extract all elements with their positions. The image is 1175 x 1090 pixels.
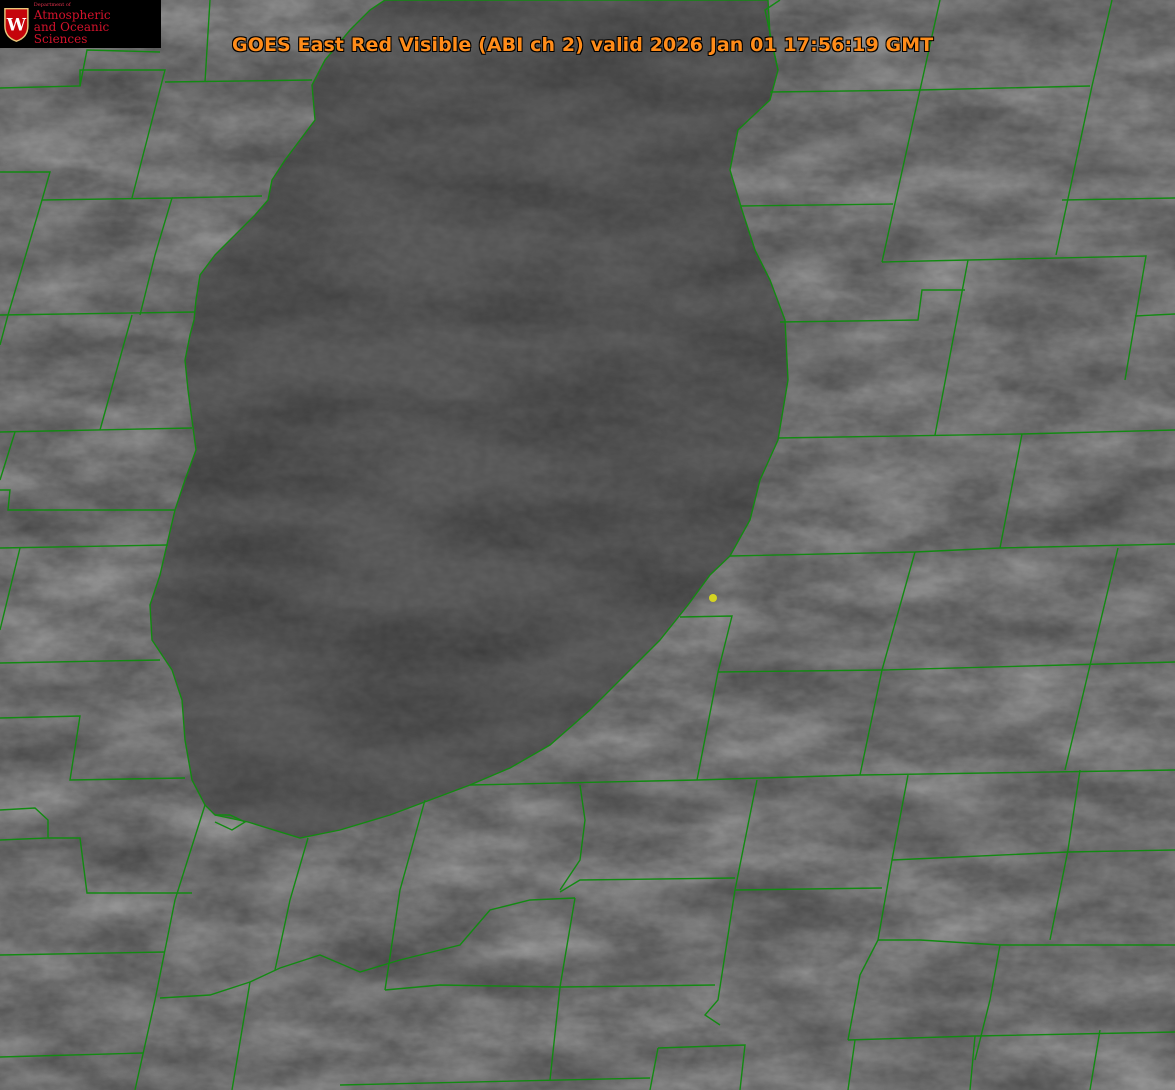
- image-title: GOES East Red Visible (ABI ch 2) valid 2…: [232, 34, 934, 56]
- location-marker-icon[interactable]: [709, 594, 717, 602]
- svg-text:W: W: [6, 16, 27, 36]
- logo-line-2: and Oceanic Sciences: [33, 20, 110, 46]
- uw-aos-logo: W Department of Atmospheric and Oceanic …: [0, 0, 161, 48]
- satellite-map[interactable]: [0, 0, 1175, 1090]
- uw-seal-icon: W: [4, 7, 29, 42]
